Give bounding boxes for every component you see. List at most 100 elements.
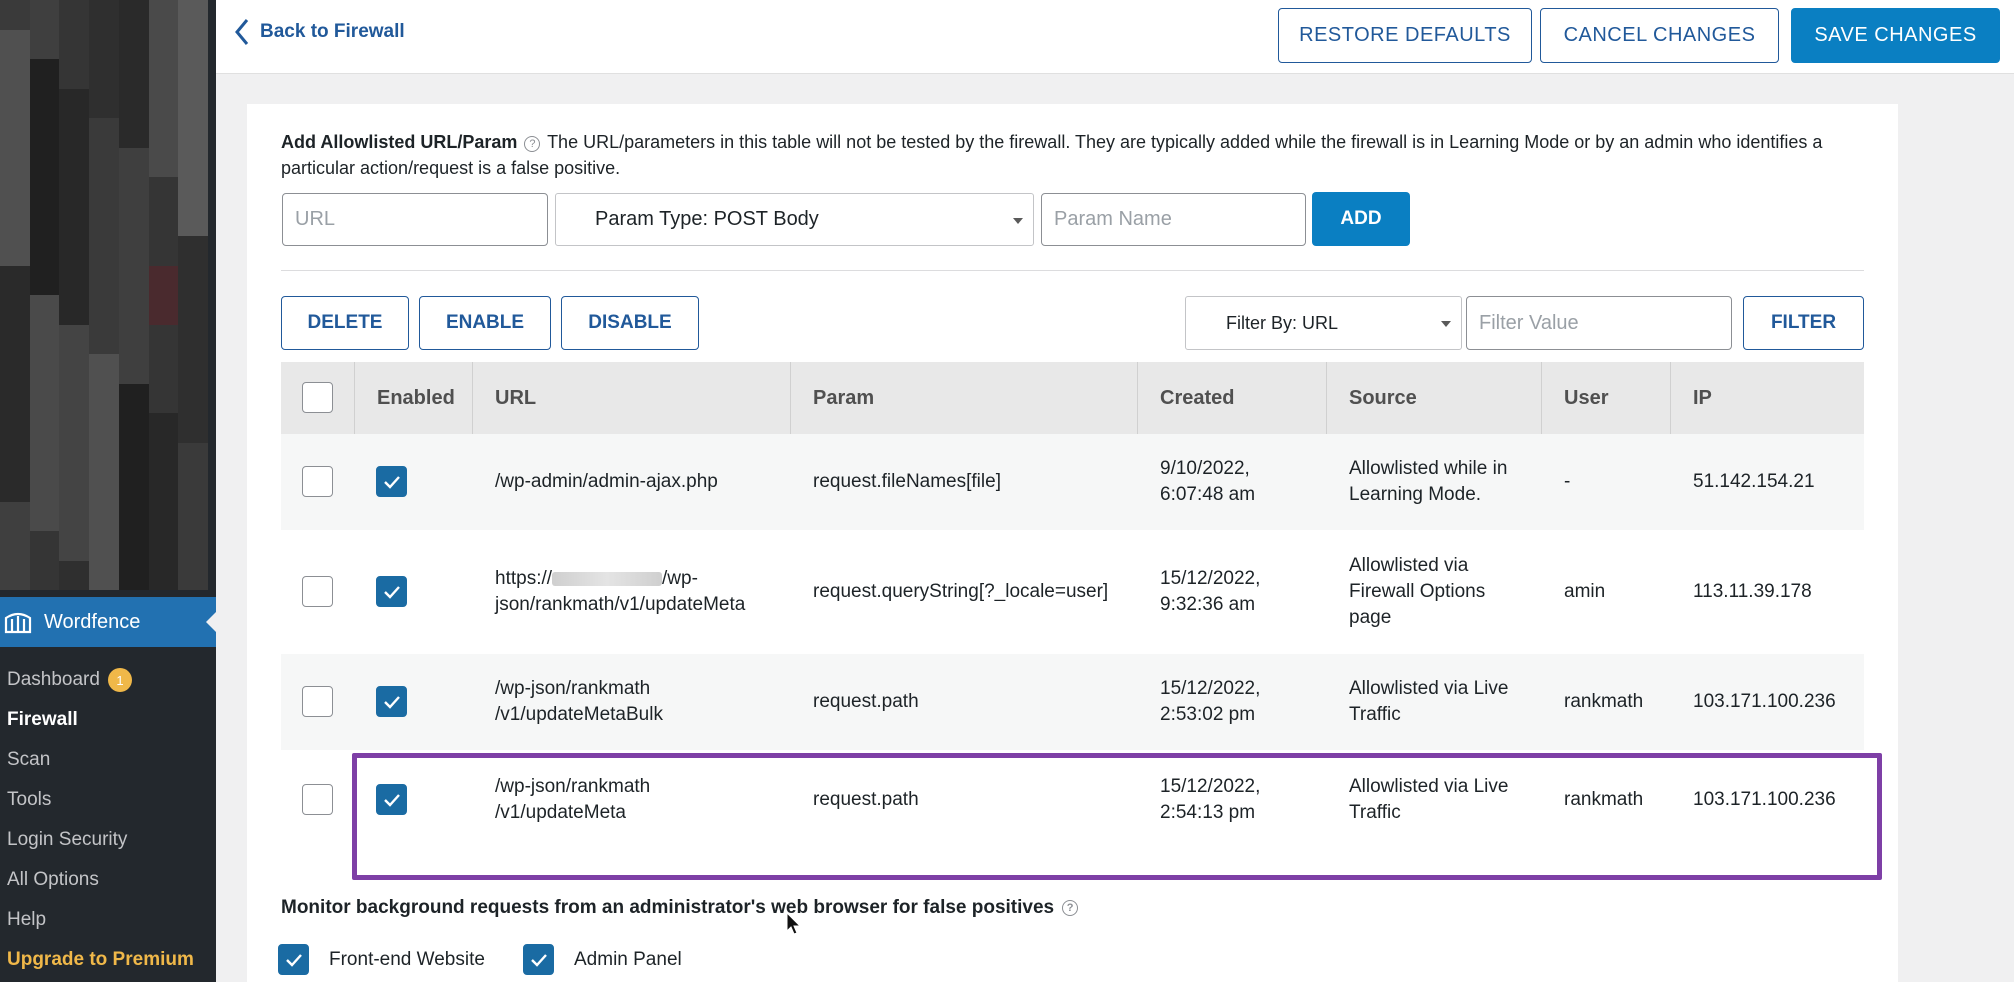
pixel-block <box>178 88 208 118</box>
created-date: 15/12/2022, <box>1160 776 1261 797</box>
pixel-block <box>0 265 30 295</box>
sidebar-item-wordfence[interactable]: Wordfence <box>0 597 216 647</box>
pixel-block <box>89 383 119 413</box>
pixel-block <box>148 88 179 118</box>
row-select-checkbox[interactable] <box>302 686 333 717</box>
chevron-left-icon <box>235 19 249 45</box>
admin-panel-checkbox[interactable] <box>523 944 554 975</box>
row-enabled-checkbox[interactable] <box>376 784 407 815</box>
sidebar-item-help[interactable]: Help <box>0 900 216 940</box>
restore-defaults-button[interactable]: RESTORE DEFAULTS <box>1278 8 1532 63</box>
pixel-block <box>118 324 149 354</box>
pixel-block <box>0 0 30 30</box>
wordfence-submenu: Dashboard 1 Firewall Scan Tools Login Se… <box>0 660 216 980</box>
param-cell: request.path <box>813 691 919 712</box>
sidebar-item-tools[interactable]: Tools <box>0 780 216 820</box>
header-created[interactable]: Created <box>1138 362 1327 434</box>
pixel-block <box>59 59 90 89</box>
pixel-block <box>118 118 149 148</box>
chevron-down-icon <box>1441 321 1451 327</box>
allowlist-description: Add Allowlisted URL/Param ? The URL/para… <box>281 129 1881 181</box>
pixel-block <box>59 177 90 207</box>
pixel-block <box>0 59 30 89</box>
pixel-block <box>148 59 179 89</box>
pixel-block <box>29 265 60 295</box>
filter-button[interactable]: FILTER <box>1743 296 1864 350</box>
pixel-block <box>178 383 208 413</box>
help-icon[interactable]: ? <box>524 136 541 152</box>
delete-button[interactable]: DELETE <box>281 296 409 350</box>
select-all-checkbox[interactable] <box>302 382 333 413</box>
param-type-select[interactable]: Param Type: POST Body <box>555 193 1034 246</box>
row-enabled-checkbox[interactable] <box>376 576 407 607</box>
param-name-input[interactable]: Param Name <box>1041 193 1306 246</box>
option-admin-panel[interactable]: Admin Panel <box>523 944 682 975</box>
sidebar-item-upgrade[interactable]: Upgrade to Premium <box>0 940 216 980</box>
disable-button[interactable]: DISABLE <box>561 296 699 350</box>
sidebar-item-all-options[interactable]: All Options <box>0 860 216 900</box>
created-date: 15/12/2022, <box>1160 678 1261 699</box>
pixel-block <box>0 177 30 207</box>
url-prefix: https:// <box>495 568 553 589</box>
pixel-block <box>29 206 60 236</box>
sidebar-item-scan[interactable]: Scan <box>0 740 216 780</box>
sidebar-item-dashboard[interactable]: Dashboard 1 <box>0 660 216 700</box>
pixel-block <box>0 236 30 266</box>
pixel-block <box>148 501 179 531</box>
url-line: https:// /wp- <box>495 566 745 592</box>
pixel-block <box>89 88 119 118</box>
option-front-end[interactable]: Front-end Website <box>278 944 485 975</box>
row-enabled-checkbox[interactable] <box>376 686 407 717</box>
pixel-block <box>148 265 179 295</box>
row-select-checkbox[interactable] <box>302 576 333 607</box>
add-button[interactable]: ADD <box>1312 192 1410 246</box>
url-input[interactable]: URL <box>282 193 548 246</box>
pixel-block <box>0 560 30 590</box>
pixel-block <box>29 531 60 561</box>
help-icon[interactable]: ? <box>1062 900 1079 916</box>
row-enabled-checkbox[interactable] <box>376 466 407 497</box>
pixel-block <box>89 531 119 561</box>
header-source[interactable]: Source <box>1327 362 1542 434</box>
filter-by-select[interactable]: Filter By: URL <box>1185 296 1462 350</box>
header-ip[interactable]: IP <box>1671 362 1864 434</box>
front-end-checkbox[interactable] <box>278 944 309 975</box>
row-select-checkbox[interactable] <box>302 466 333 497</box>
filter-by-value: Filter By: URL <box>1226 312 1339 333</box>
pixel-block <box>178 59 208 89</box>
created-time: 9:32:36 am <box>1160 594 1256 615</box>
monitor-title: Monitor background requests from an admi… <box>281 897 1055 918</box>
header-user[interactable]: User <box>1542 362 1671 434</box>
row-select-checkbox[interactable] <box>302 784 333 815</box>
sidebar-item-firewall[interactable]: Firewall <box>0 700 216 740</box>
header-enabled[interactable]: Enabled <box>355 362 473 434</box>
header-param[interactable]: Param <box>791 362 1138 434</box>
ip-cell: 113.11.39.178 <box>1693 581 1812 602</box>
pixel-block <box>178 147 208 177</box>
enable-button[interactable]: ENABLE <box>419 296 551 350</box>
pixel-block <box>148 442 179 472</box>
pixel-block <box>118 177 149 207</box>
pixel-block <box>59 531 90 561</box>
pixel-block <box>118 295 149 325</box>
save-changes-button[interactable]: SAVE CHANGES <box>1791 8 2000 63</box>
pixel-block <box>148 206 179 236</box>
pixel-block <box>89 236 119 266</box>
sidebar-item-label: All Options <box>7 869 99 890</box>
sidebar-item-label: Firewall <box>7 709 78 730</box>
source-line: Firewall Options <box>1349 581 1486 602</box>
pixel-block <box>0 295 30 325</box>
source-line: page <box>1349 607 1392 628</box>
back-link-label: Back to Firewall <box>260 21 405 42</box>
checkmark-icon <box>531 954 547 967</box>
back-to-firewall-link[interactable]: Back to Firewall <box>234 18 405 46</box>
filter-value-input[interactable]: Filter Value <box>1466 296 1732 350</box>
pixel-block <box>29 88 60 118</box>
options-topbar: Back to Firewall RESTORE DEFAULTS CANCEL… <box>216 0 2014 74</box>
table-row: https:// /wp- json/rankmath/v1/updateMeta… <box>281 530 1864 654</box>
pixel-block <box>118 265 149 295</box>
header-url[interactable]: URL <box>473 362 791 434</box>
cancel-changes-button[interactable]: CANCEL CHANGES <box>1540 8 1779 63</box>
pixel-block <box>118 88 149 118</box>
sidebar-item-login-security[interactable]: Login Security <box>0 820 216 860</box>
